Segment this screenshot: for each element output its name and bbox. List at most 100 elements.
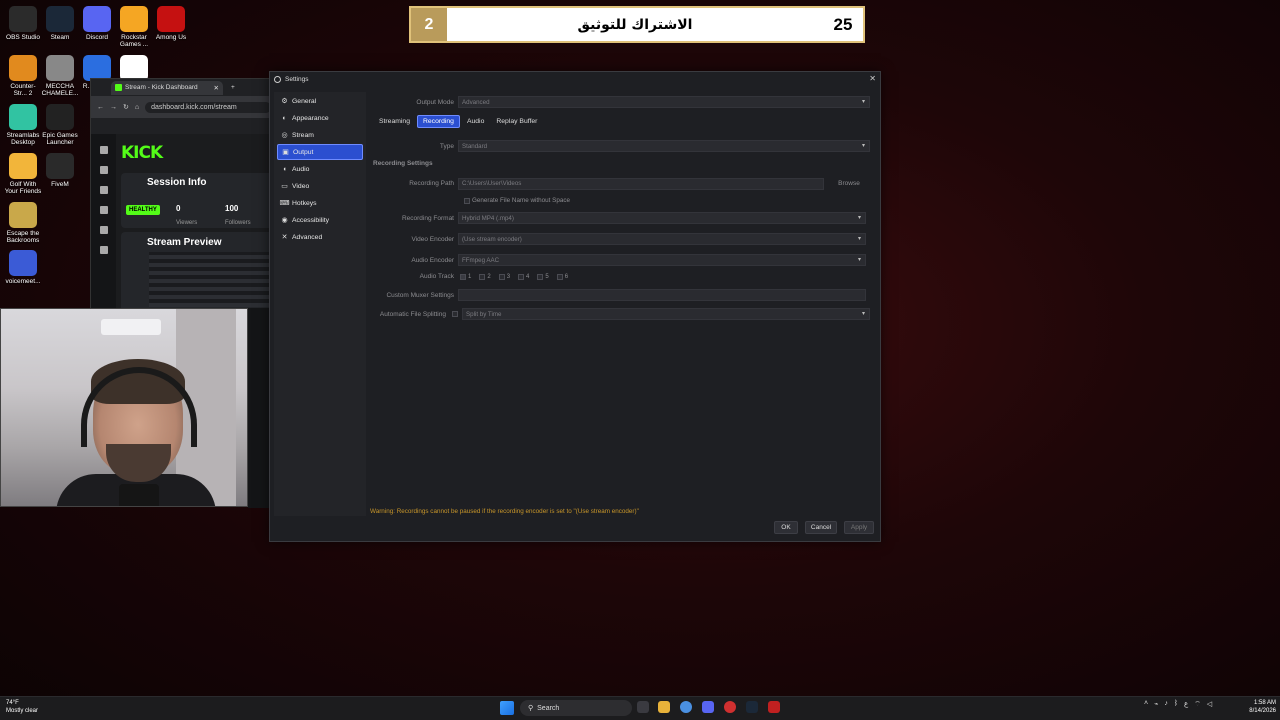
language-icon[interactable]: ع [1184,700,1188,709]
sidebar-item-accessibility[interactable]: ◉ Accessibility [277,212,363,228]
tab-audio[interactable]: Audio [462,115,489,128]
sidebar-stream-icon[interactable] [99,166,108,174]
close-icon[interactable]: ✕ [869,74,876,83]
cancel-button[interactable]: Cancel [805,521,837,534]
desktop-icon[interactable]: Among Us [152,6,190,41]
volume-icon[interactable]: ◁ [1207,700,1212,709]
audio-track-number: 4 [526,273,530,280]
app-icon [46,6,74,32]
network-icon[interactable]: ⌁ [1154,700,1158,709]
app-taskbar-icon[interactable] [768,701,780,713]
sidebar-item-appearance[interactable]: ◐ Appearance [277,110,363,126]
audio-encoder-select[interactable]: FFmpeg AAC ▾ [458,254,866,266]
sidebar-item-video[interactable]: ▭ Video [277,178,363,194]
back-icon[interactable]: ← [97,104,104,111]
sidebar-menu-icon[interactable] [99,146,108,154]
desktop-icon[interactable]: OBS Studio [4,6,42,41]
app-icon [46,153,74,179]
desktop-icon[interactable]: voicemeet... [4,250,42,285]
sidebar-item-output[interactable]: ▣ Output [277,144,363,160]
audio-track-checkbox[interactable] [479,273,486,280]
sidebar-item-advanced[interactable]: ✕ Advanced [277,229,363,245]
no-space-checkbox[interactable] [464,197,470,204]
tab-streaming[interactable]: Streaming [374,115,415,128]
desktop-icon[interactable]: Discord [78,6,116,41]
sidebar-item-stream[interactable]: ◎ Stream [277,127,363,143]
sidebar-item-label: Appearance [292,114,329,122]
apply-button[interactable]: Apply [844,521,874,534]
app-icon [9,6,37,32]
desktop-icon[interactable]: FiveM [41,153,79,188]
kick-logo[interactable]: KICK [121,143,163,163]
encoder-warning: Warning: Recordings cannot be paused if … [370,508,639,515]
audio-track-checkbox[interactable] [460,273,466,280]
ok-button[interactable]: OK [774,521,798,534]
bookmarks-bar [91,118,271,134]
browser-tabbar: Stream - Kick Dashboard ✕ + [91,79,271,96]
audio-track-checkbox[interactable] [556,273,563,280]
status-badge: HEALTHY [126,205,160,215]
taskbar-clock[interactable]: 1:58 AM 8/14/2026 [1242,699,1276,715]
audio-track-checkbox[interactable] [518,273,525,280]
forward-icon[interactable]: → [110,104,117,111]
recording-path-input[interactable]: C:\Users\User\Videos [458,177,824,190]
url-input[interactable]: dashboard.kick.com/stream [145,101,271,113]
video-encoder-select[interactable]: (Use stream encoder) ▾ [458,233,866,245]
tab-replay-buffer[interactable]: Replay Buffer [491,115,542,128]
desktop-icon[interactable]: Counter-Str... 2 [4,55,42,97]
new-tab-icon[interactable]: + [231,84,235,91]
steam-taskbar-icon[interactable] [746,701,758,713]
reload-icon[interactable]: ↻ [123,103,129,111]
desktop-icon[interactable]: Epic Games Launcher [41,104,79,146]
obs-taskbar-icon[interactable] [724,701,736,713]
task-view-icon[interactable] [637,701,649,713]
tab-recording[interactable]: Recording [416,115,460,128]
sidebar-item-label: Stream [292,131,314,139]
close-tab-icon[interactable]: ✕ [214,84,219,92]
browser-window: Stream - Kick Dashboard ✕ + ← → ↻ ⌂ dash… [90,78,272,310]
sidebar-stats-icon[interactable] [99,226,108,234]
sidebar-item-hotkeys[interactable]: ⌨ Hotkeys [277,195,363,211]
desktop-icon[interactable]: MECCHA CHAMELE... [41,55,79,97]
accessibility-icon: ◉ [281,217,288,224]
sidebar-trophy-icon[interactable] [99,246,108,254]
file-explorer-icon[interactable] [658,701,670,713]
browse-button[interactable]: Browse [828,177,870,190]
system-tray: ˄ ⌁ ♪ ᛒ ع ⌔ ◁ [1144,700,1212,709]
home-icon[interactable]: ⌂ [135,104,139,111]
custom-muxer-input[interactable] [458,289,866,301]
sidebar-item-general[interactable]: ⚙ General [277,93,363,109]
desktop-icon[interactable]: Streamlabs Desktop [4,104,42,146]
audio-track-checkbox[interactable] [537,273,544,280]
output-mode-select[interactable]: Advanced ▾ [458,96,870,108]
wifi-icon[interactable]: ⌔ [1194,700,1201,709]
stream-preview-thumbnail[interactable] [149,252,271,307]
clock-time: 1:58 AM [1253,700,1276,706]
taskbar-search[interactable]: ⚲ Search [520,700,632,716]
audio-track-checkbox[interactable] [498,273,505,280]
type-select[interactable]: Standard ▾ [458,140,870,152]
desktop-icon[interactable]: Rockstar Games ... [115,6,153,48]
chevron-up-icon[interactable]: ˄ [1144,700,1148,709]
weather-widget[interactable]: 74°F Mostly clear [6,699,38,715]
kick-favicon-icon [115,84,122,91]
bluetooth-icon[interactable]: ᛒ [1174,700,1178,709]
recording-format-select[interactable]: Hybrid MP4 (.mp4) ▾ [458,212,866,224]
desktop-icon[interactable]: Escape the Backrooms [4,202,42,244]
sidebar-item-audio[interactable]: ◖ Audio [277,161,363,177]
mic-icon[interactable]: ♪ [1164,700,1168,709]
browser-tab[interactable]: Stream - Kick Dashboard ✕ [111,80,223,95]
file-splitting-checkbox[interactable] [452,311,458,317]
start-button-icon[interactable] [500,701,514,715]
app-icon [9,250,37,276]
subscribe-banner: 2 الاشتراك للتوثيق 25 [409,6,865,43]
sidebar-link-icon[interactable] [99,186,108,194]
file-splitting-select[interactable]: Split by Time ▾ [462,308,870,320]
chrome-icon[interactable] [680,701,692,713]
desktop-icon[interactable]: Steam [41,6,79,41]
discord-icon[interactable] [702,701,714,713]
audio-track-number: 1 [468,273,472,280]
gear-icon: ⚙ [281,98,288,105]
sidebar-calendar-icon[interactable] [99,206,108,214]
desktop-icon[interactable]: Golf With Your Friends [4,153,42,195]
